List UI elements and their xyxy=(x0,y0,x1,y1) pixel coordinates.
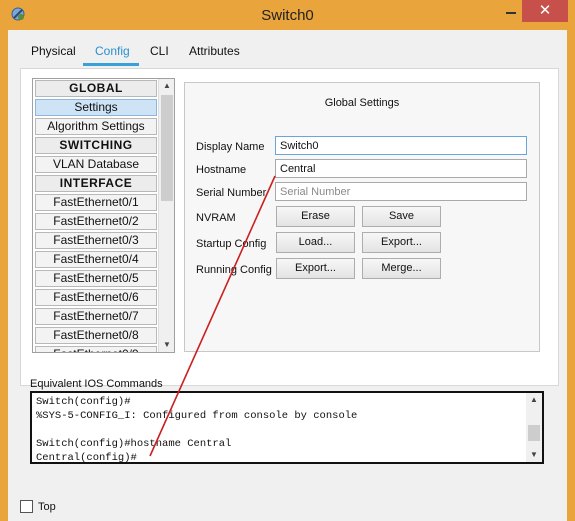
merge-button[interactable]: Merge... xyxy=(362,258,441,279)
ios-console[interactable]: Switch(config)# %SYS-5-CONFIG_I: Configur… xyxy=(30,391,544,464)
startup-export-button[interactable]: Export... xyxy=(362,232,441,253)
console-output: Switch(config)# %SYS-5-CONFIG_I: Configur… xyxy=(36,395,524,464)
sidebar-scrollbar[interactable]: ▲ ▼ xyxy=(158,79,174,352)
sidebar-item[interactable]: FastEthernet0/2 xyxy=(35,213,157,230)
app-window: Switch0 ✕ Physical Config CLI Attributes… xyxy=(0,0,575,521)
hostname-label: Hostname xyxy=(196,164,247,176)
sidebar-item[interactable]: VLAN Database xyxy=(35,156,157,173)
close-icon: ✕ xyxy=(538,2,552,19)
tab-cli[interactable]: CLI xyxy=(150,44,169,58)
load-button[interactable]: Load... xyxy=(276,232,355,253)
hostname-field[interactable] xyxy=(275,159,527,178)
sidebar-item[interactable]: FastEthernet0/9 xyxy=(35,346,157,352)
scroll-up-icon[interactable]: ▲ xyxy=(159,79,174,93)
save-button[interactable]: Save xyxy=(362,206,441,227)
sidebar-section-header: INTERFACE xyxy=(35,175,157,192)
tab-config[interactable]: Config xyxy=(95,44,130,58)
sidebar-item[interactable]: Algorithm Settings xyxy=(35,118,157,135)
tab-attributes[interactable]: Attributes xyxy=(189,44,240,58)
sidebar-item[interactable]: FastEthernet0/8 xyxy=(35,327,157,344)
nvram-label: NVRAM xyxy=(196,212,236,224)
console-line: Central(config)# xyxy=(36,452,137,464)
sidebar-scroll-thumb[interactable] xyxy=(161,95,173,201)
scroll-down-icon[interactable]: ▼ xyxy=(159,338,174,352)
panel-title: Global Settings xyxy=(324,97,400,109)
sidebar-section-header: GLOBAL xyxy=(35,80,157,97)
console-line: Switch(config)# xyxy=(36,396,131,408)
console-line: %SYS-5-CONFIG_I: Configured from console… xyxy=(36,410,358,422)
config-panel: GLOBAL Settings Algorithm Settings SWITCHIN… xyxy=(20,68,559,386)
running-export-button[interactable]: Export... xyxy=(276,258,355,279)
serial-number-field[interactable] xyxy=(275,182,527,201)
console-scrollbar[interactable]: ▲ ▼ xyxy=(526,393,542,462)
top-label: Top xyxy=(38,501,56,513)
minimize-icon xyxy=(506,12,516,14)
equivalent-ios-label: Equivalent IOS Commands xyxy=(30,378,163,390)
active-tab-indicator xyxy=(83,63,139,66)
dialog-client-area: Physical Config CLI Attributes GLOBAL Set… xyxy=(8,30,567,521)
sidebar-item[interactable]: FastEthernet0/6 xyxy=(35,289,157,306)
tab-physical[interactable]: Physical xyxy=(31,44,76,58)
close-button[interactable]: ✕ xyxy=(522,0,568,22)
console-scroll-thumb[interactable] xyxy=(528,425,540,441)
running-config-label: Running Config xyxy=(196,264,272,276)
serial-number-label: Serial Number xyxy=(196,187,267,199)
display-name-label: Display Name xyxy=(196,141,265,153)
title-bar[interactable]: Switch0 ✕ xyxy=(0,0,575,30)
sidebar-item[interactable]: Settings xyxy=(35,99,157,116)
startup-config-label: Startup Config xyxy=(196,238,267,250)
console-scroll-down-icon[interactable]: ▼ xyxy=(526,448,542,462)
sidebar-item[interactable]: FastEthernet0/3 xyxy=(35,232,157,249)
window-title: Switch0 xyxy=(261,7,314,24)
sidebar-item[interactable]: FastEthernet0/4 xyxy=(35,251,157,268)
top-checkbox[interactable] xyxy=(20,500,33,513)
minimize-button[interactable] xyxy=(500,0,522,22)
display-name-field[interactable] xyxy=(275,136,527,155)
sidebar-item[interactable]: FastEthernet0/5 xyxy=(35,270,157,287)
erase-button[interactable]: Erase xyxy=(276,206,355,227)
sidebar-item[interactable]: FastEthernet0/7 xyxy=(35,308,157,325)
console-line: Switch(config)#hostname Central xyxy=(36,438,232,450)
sidebar-item[interactable]: FastEthernet0/1 xyxy=(35,194,157,211)
config-sidebar: GLOBAL Settings Algorithm Settings SWITCHIN… xyxy=(32,78,175,353)
console-scroll-up-icon[interactable]: ▲ xyxy=(526,393,542,407)
global-settings-panel: Global Settings Display Name Hostname Se… xyxy=(184,82,540,352)
sidebar-section-header: SWITCHING xyxy=(35,137,157,154)
